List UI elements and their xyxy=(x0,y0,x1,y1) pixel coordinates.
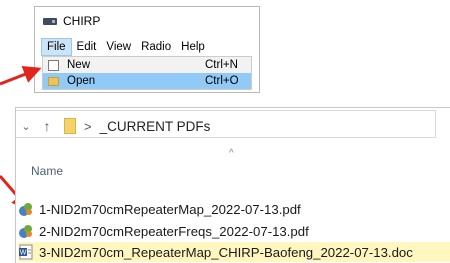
breadcrumb[interactable]: _CURRENT PDFs xyxy=(100,119,211,134)
pdf-file-icon xyxy=(19,203,32,216)
arrow-to-open xyxy=(0,65,42,86)
name-column-header[interactable]: Name xyxy=(31,164,63,178)
file-row[interactable]: 1-NID2m70cmRepeaterMap_2022-07-13.pdf xyxy=(18,199,301,219)
file-row[interactable]: 2-NID2m70cmRepeaterFreqs_2022-07-13.pdf xyxy=(18,221,309,241)
file-name: 3-NID2m70cm_RepeaterMap_CHIRP-Baofeng_20… xyxy=(39,244,413,260)
address-bar[interactable]: ⌄ ↑ > _CURRENT PDFs xyxy=(16,114,210,138)
file-name: 1-NID2m70cmRepeaterMap_2022-07-13.pdf xyxy=(39,201,301,217)
file-row-selected[interactable]: W 3-NID2m70cm_RepeaterMap_CHIRP-Baofeng_… xyxy=(18,242,450,262)
file-explorer: ⌄ ↑ > _CURRENT PDFs ^ Name 1-NID2m70cmRe… xyxy=(15,107,450,263)
pdf-file-icon xyxy=(19,225,32,238)
chevron-down-icon[interactable]: ⌄ xyxy=(16,120,36,133)
breadcrumb-separator: > xyxy=(84,118,92,134)
folder-icon xyxy=(64,118,76,134)
svg-text:W: W xyxy=(20,250,27,257)
file-name: 2-NID2m70cmRepeaterFreqs_2022-07-13.pdf xyxy=(39,223,309,239)
up-arrow-icon[interactable]: ↑ xyxy=(36,118,58,134)
word-document-icon: W xyxy=(19,244,33,260)
sort-chevron-up-icon: ^ xyxy=(229,148,234,159)
